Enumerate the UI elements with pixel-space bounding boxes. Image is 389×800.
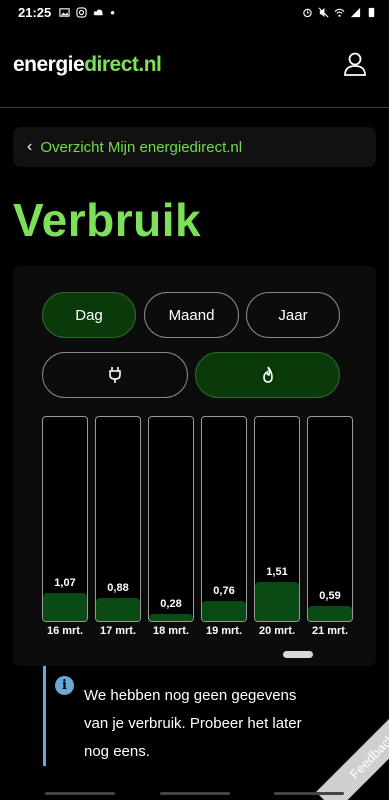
tab-dag[interactable]: Dag — [42, 292, 136, 338]
bar-value-label: 0,88 — [107, 582, 129, 595]
chevron-left-icon: ‹ — [27, 138, 33, 155]
bar-value-label: 0,59 — [319, 589, 341, 602]
feedback-ribbon[interactable]: Feedback — [300, 700, 389, 800]
tab-jaar-label: Jaar — [278, 306, 308, 324]
status-notification-icons: • — [59, 5, 115, 20]
bar-category-label: 19 mrt. — [205, 625, 243, 637]
status-system-icons — [302, 7, 377, 18]
battery-icon — [368, 7, 375, 17]
page-title: Verbruik — [13, 194, 202, 246]
bar-value-label: 1,07 — [54, 577, 76, 590]
nav-handle — [159, 791, 230, 795]
account-button[interactable] — [341, 50, 369, 78]
bar-value-label: 0,76 — [213, 585, 235, 598]
breadcrumb-back-link[interactable]: ‹ Overzicht Mijn energiedirect.nl — [13, 127, 376, 167]
bar-category-label: 21 mrt. — [311, 625, 349, 637]
bar-value-label: 1,51 — [266, 566, 288, 579]
chart-scroll-indicator[interactable] — [283, 651, 313, 658]
feedback-label: Feedback — [346, 730, 389, 782]
nav-handle — [44, 791, 115, 795]
system-nav-bar — [0, 786, 389, 800]
cloud-icon — [93, 9, 104, 15]
status-dot: • — [110, 4, 115, 20]
app-header: energiedirect.nl — [0, 24, 389, 108]
tab-maand-label: Maand — [168, 306, 215, 324]
tab-maand[interactable]: Maand — [144, 292, 239, 338]
tab-electricity[interactable] — [42, 352, 188, 398]
bar-category-label: 18 mrt. — [152, 625, 190, 637]
logo-part2: direct.nl — [84, 53, 162, 76]
bar — [149, 613, 193, 621]
bar — [308, 605, 352, 621]
bar-column[interactable] — [254, 416, 300, 622]
flame-icon — [262, 366, 273, 383]
bar-category-label: 20 mrt. — [258, 625, 296, 637]
bar-category-label: 16 mrt. — [46, 625, 84, 637]
bar-category-label: 17 mrt. — [99, 625, 137, 637]
energiedirect-logo[interactable]: energiedirect.nl — [13, 53, 162, 77]
plug-icon — [109, 367, 121, 383]
bar — [96, 598, 140, 621]
logo-part1: energie — [13, 53, 85, 76]
nav-handle — [274, 791, 345, 795]
status-bar: 21:25 • — [0, 0, 389, 24]
bar — [202, 601, 246, 621]
bar — [255, 582, 299, 621]
wifi-icon — [334, 8, 345, 17]
usage-card: Dag Maand Jaar 1,07 16 mrt. 0,88 17 mrt. 0,2… — [13, 266, 376, 666]
breadcrumb-label: Overzicht Mijn energiedirect.nl — [40, 138, 243, 156]
instagram-icon — [76, 6, 87, 18]
bar-column[interactable] — [148, 416, 194, 622]
bar-value-label: 0,28 — [160, 597, 182, 610]
alarm-icon — [303, 8, 312, 17]
status-time: 21:25 — [18, 4, 52, 20]
info-message: We hebben nog geen gegevens van je verbr… — [84, 687, 302, 760]
signal-icon — [350, 7, 361, 17]
info-icon: i — [55, 676, 74, 695]
tab-jaar[interactable]: Jaar — [246, 292, 340, 338]
gallery-icon — [59, 7, 70, 17]
bar-column[interactable] — [42, 416, 88, 622]
tab-dag-label: Dag — [75, 306, 103, 324]
bar — [43, 593, 87, 621]
usage-bar-chart[interactable]: 1,07 16 mrt. 0,88 17 mrt. 0,28 18 mrt. 0,76 19 … — [13, 416, 376, 646]
tab-gas[interactable] — [195, 352, 340, 398]
user-icon — [344, 52, 366, 76]
feedback-button[interactable]: Feedback — [316, 700, 389, 800]
mute-icon — [318, 7, 329, 17]
